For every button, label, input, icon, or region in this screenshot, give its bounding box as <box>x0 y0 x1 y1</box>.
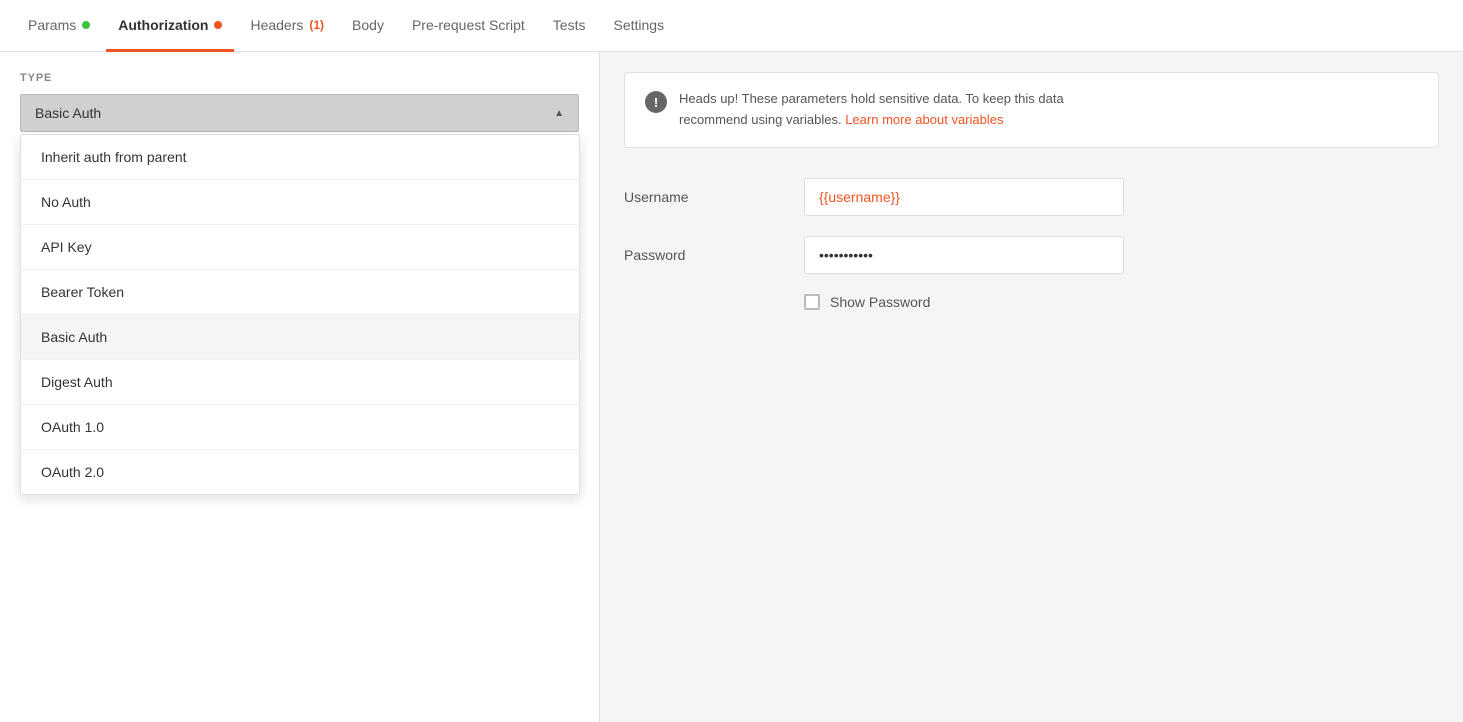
dropdown-item-basic-auth[interactable]: Basic Auth <box>21 315 579 360</box>
show-password-checkbox[interactable] <box>804 294 820 310</box>
type-section: TYPE Basic Auth ▲ <box>0 52 599 132</box>
tab-settings[interactable]: Settings <box>601 1 676 52</box>
type-label: TYPE <box>20 72 579 84</box>
tab-params[interactable]: Params <box>16 1 102 52</box>
dropdown-selected-label: Basic Auth <box>35 105 101 121</box>
dropdown-item-oauth2[interactable]: OAuth 2.0 <box>21 450 579 494</box>
tab-bar: Params Authorization Headers (1) Body Pr… <box>0 0 1463 52</box>
dropdown-arrow-icon: ▲ <box>554 108 564 119</box>
username-input[interactable] <box>804 178 1124 216</box>
dropdown-item-digest-auth[interactable]: Digest Auth <box>21 360 579 405</box>
tab-headers[interactable]: Headers (1) <box>238 1 336 52</box>
body-label: Body <box>352 17 384 33</box>
password-row: Password <box>624 236 1439 274</box>
dropdown-item-api-key[interactable]: API Key <box>21 225 579 270</box>
tab-authorization[interactable]: Authorization <box>106 1 234 52</box>
info-text-line2: recommend using variables. <box>679 112 842 127</box>
username-label: Username <box>624 189 784 205</box>
tests-label: Tests <box>553 17 586 33</box>
params-label: Params <box>28 17 76 33</box>
info-icon: ! <box>645 91 667 113</box>
dropdown-item-bearer-token[interactable]: Bearer Token <box>21 270 579 315</box>
pre-request-label: Pre-request Script <box>412 17 525 33</box>
auth-type-dropdown-menu: Inherit auth from parent No Auth API Key… <box>20 134 580 495</box>
show-password-row: Show Password <box>804 294 1439 310</box>
password-input[interactable] <box>804 236 1124 274</box>
authorization-dot <box>214 21 222 29</box>
info-box: ! Heads up! These parameters hold sensit… <box>624 72 1439 148</box>
dropdown-item-oauth1[interactable]: OAuth 1.0 <box>21 405 579 450</box>
main-content: TYPE Basic Auth ▲ Inherit auth from pare… <box>0 52 1463 722</box>
headers-badge: (1) <box>309 18 324 32</box>
info-text-line1: Heads up! These parameters hold sensitiv… <box>679 91 1064 106</box>
tab-tests[interactable]: Tests <box>541 1 598 52</box>
info-text: Heads up! These parameters hold sensitiv… <box>679 89 1064 131</box>
show-password-label[interactable]: Show Password <box>830 294 930 310</box>
tab-pre-request-script[interactable]: Pre-request Script <box>400 1 537 52</box>
learn-more-link[interactable]: Learn more about variables <box>845 112 1003 127</box>
dropdown-item-inherit[interactable]: Inherit auth from parent <box>21 135 579 180</box>
headers-label: Headers <box>250 17 303 33</box>
password-label: Password <box>624 247 784 263</box>
dropdown-item-no-auth[interactable]: No Auth <box>21 180 579 225</box>
username-row: Username <box>624 178 1439 216</box>
right-panel: ! Heads up! These parameters hold sensit… <box>600 52 1463 722</box>
authorization-label: Authorization <box>118 17 208 33</box>
settings-label: Settings <box>613 17 664 33</box>
tab-body[interactable]: Body <box>340 1 396 52</box>
params-dot <box>82 21 90 29</box>
auth-type-dropdown[interactable]: Basic Auth ▲ <box>20 94 579 132</box>
left-panel: TYPE Basic Auth ▲ Inherit auth from pare… <box>0 52 600 722</box>
